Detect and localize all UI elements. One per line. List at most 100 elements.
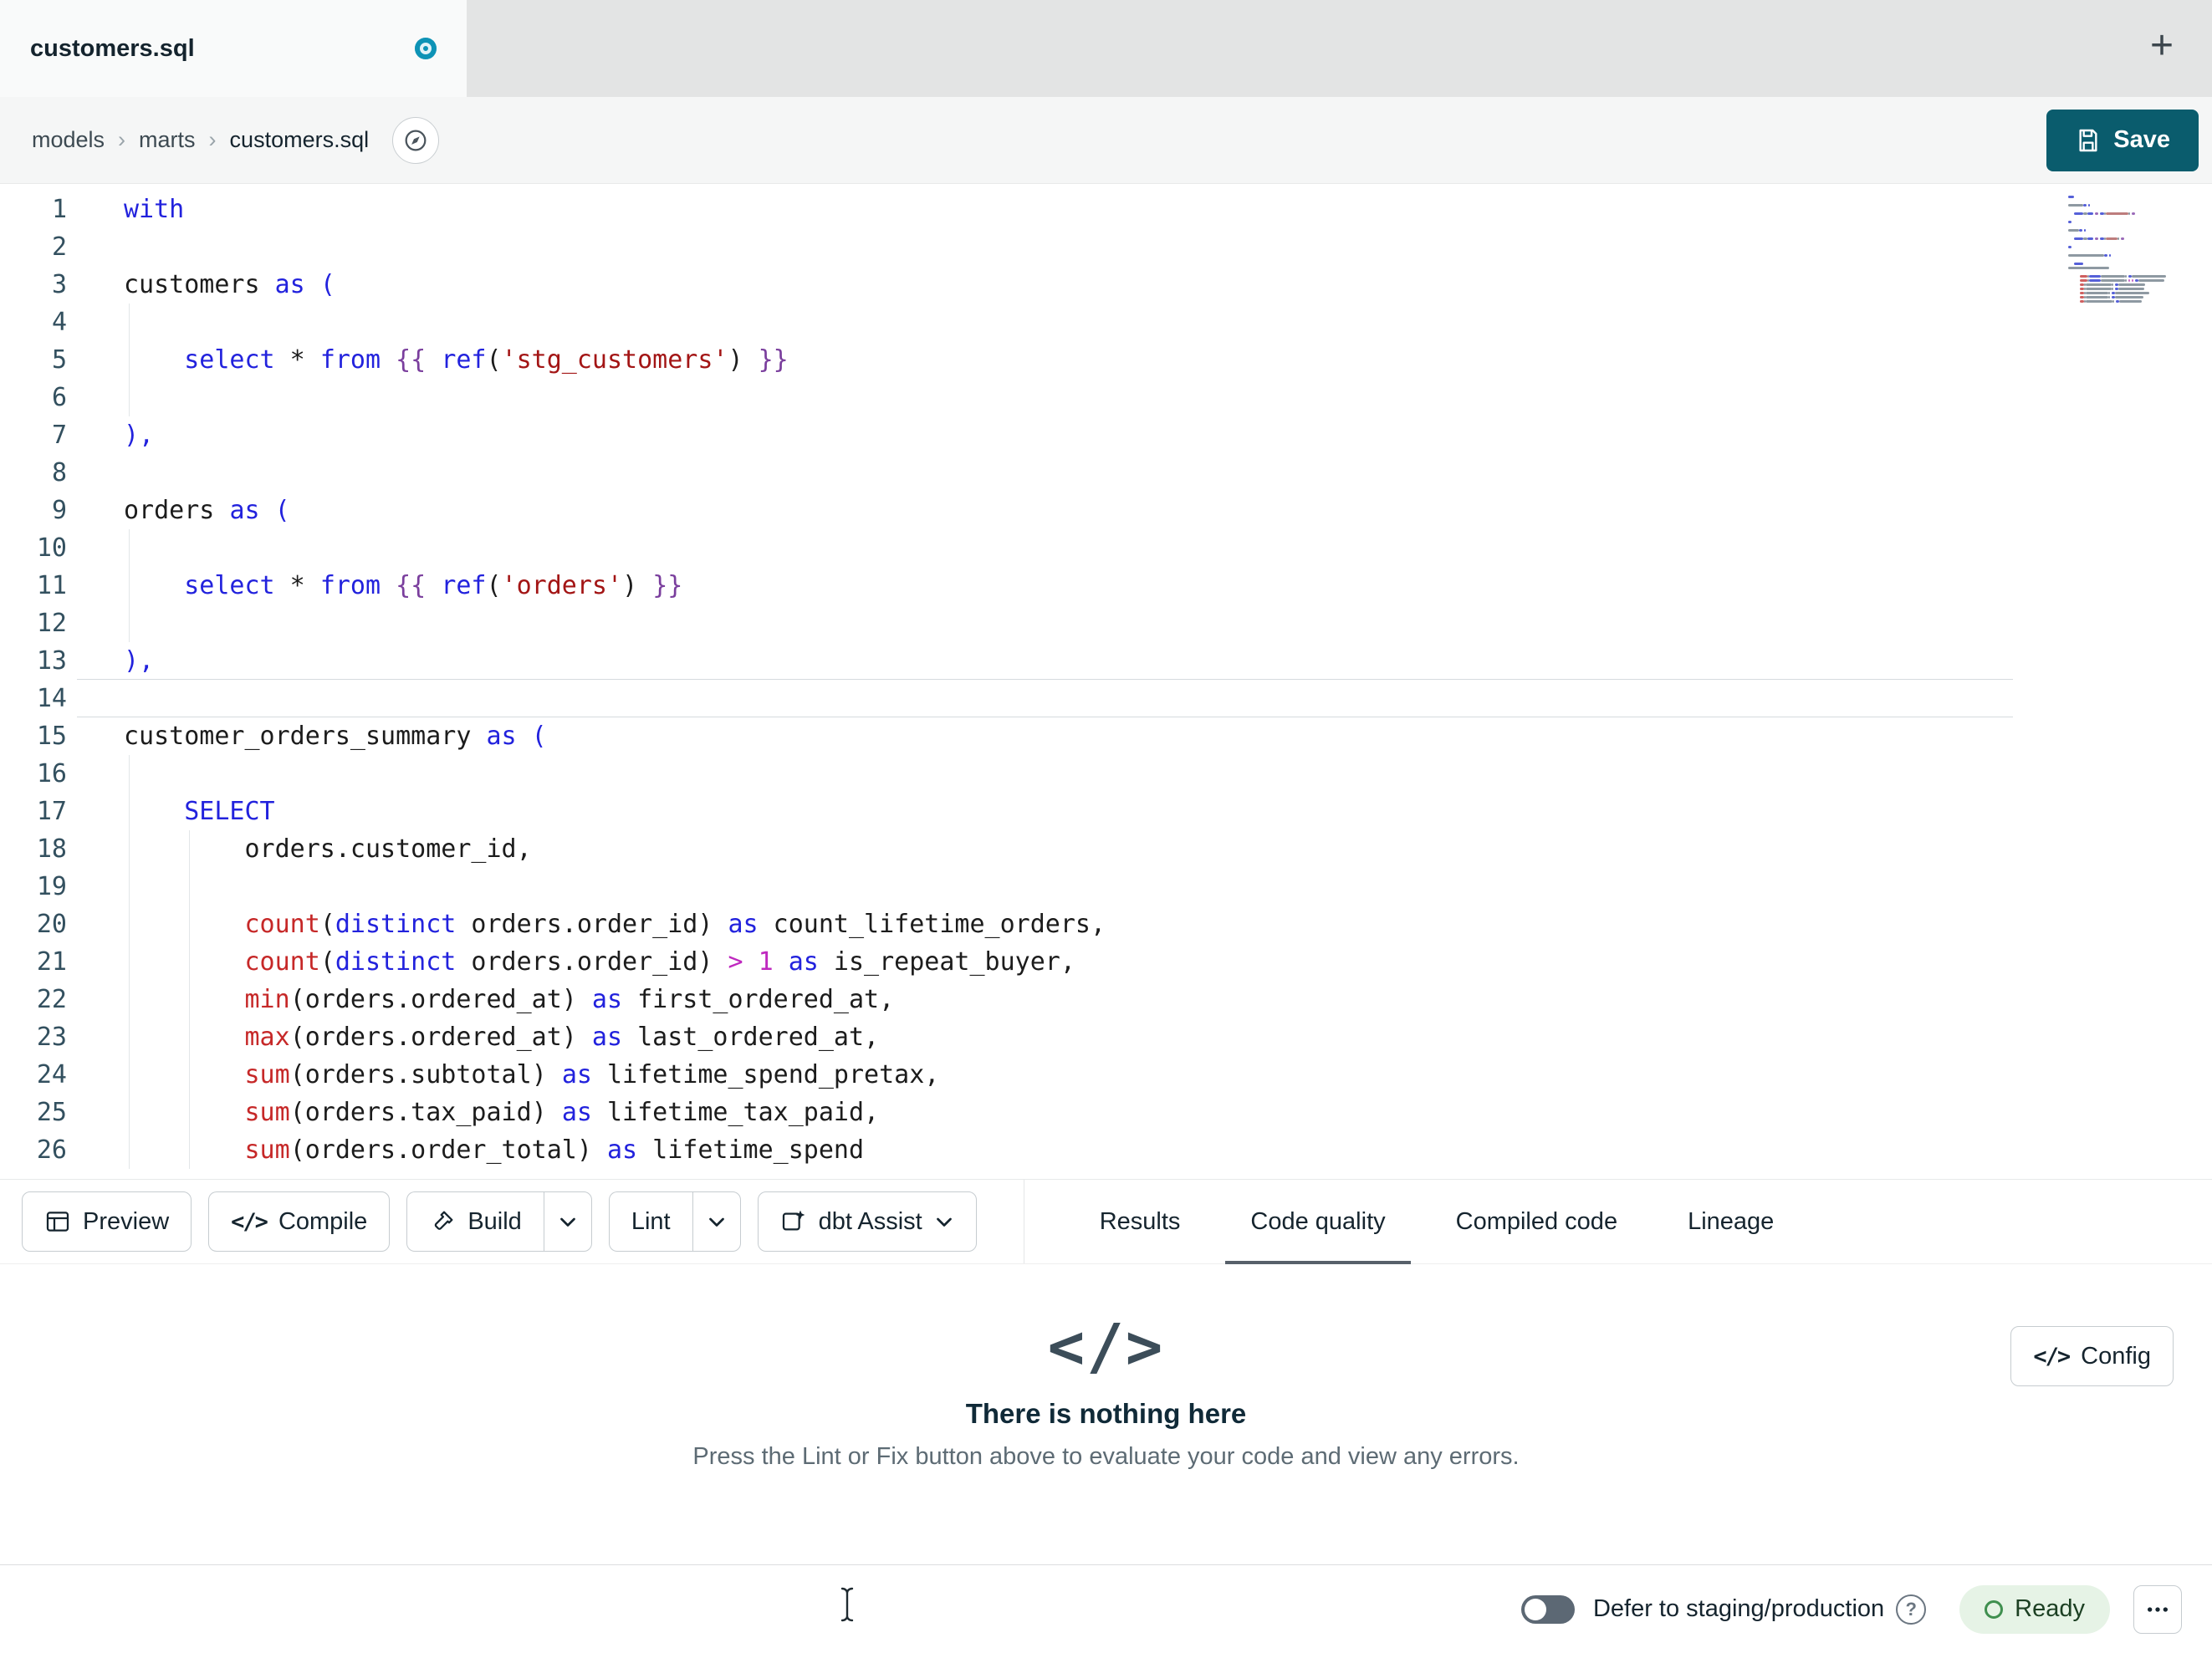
minimap-line	[2068, 283, 2195, 286]
code-editor[interactable]: 1 with 2 3 customers as ( 4 5 select * from {{…	[0, 184, 2212, 1179]
compile-button[interactable]: </> Compile	[208, 1191, 391, 1252]
tab-results[interactable]: Results	[1075, 1180, 1206, 1263]
code-line-3[interactable]: 3 customers as (	[0, 266, 2212, 304]
line-text: ),	[124, 646, 155, 676]
minimap-line	[2068, 275, 2195, 278]
build-dropdown-button[interactable]	[543, 1191, 592, 1252]
code-line-9[interactable]: 9 orders as (	[0, 492, 2212, 529]
unsaved-changes-dot	[415, 38, 437, 59]
code-line-20[interactable]: 20 count(distinct orders.order_id) as co…	[0, 906, 2212, 943]
code-line-6[interactable]: 6	[0, 379, 2212, 416]
tab-lineage-label: Lineage	[1688, 1207, 1775, 1235]
code-line-25[interactable]: 25 sum(orders.tax_paid) as lifetime_tax_…	[0, 1094, 2212, 1131]
line-number: 4	[51, 308, 67, 337]
preview-label: Preview	[83, 1207, 170, 1235]
lint-button[interactable]: Lint	[608, 1191, 692, 1252]
build-button[interactable]: Build	[406, 1191, 544, 1252]
code-line-14[interactable]: 14	[0, 679, 2212, 717]
more-options-button[interactable]	[2133, 1584, 2182, 1634]
dbt-assist-button[interactable]: dbt Assist	[757, 1191, 977, 1252]
new-tab-button[interactable]: +	[2137, 23, 2187, 74]
preview-button[interactable]: Preview	[22, 1191, 192, 1252]
lint-split-button: Lint	[608, 1191, 741, 1252]
code-line-11[interactable]: 11 select * from {{ ref('orders') }}	[0, 567, 2212, 605]
editor-minimap[interactable]	[2068, 196, 2195, 303]
code-icon-large: </>	[1047, 1311, 1165, 1383]
code-line-23[interactable]: 23 max(orders.ordered_at) as last_ordere…	[0, 1018, 2212, 1056]
tab-code-quality-label: Code quality	[1250, 1207, 1386, 1235]
code-line-22[interactable]: 22 min(orders.ordered_at) as first_order…	[0, 981, 2212, 1018]
toggle-knob	[1524, 1598, 1546, 1620]
tab-compiled-code[interactable]: Compiled code	[1431, 1180, 1642, 1263]
line-text: max(orders.ordered_at) as last_ordered_a…	[244, 1023, 880, 1052]
code-line-2[interactable]: 2	[0, 228, 2212, 266]
tab-code-quality[interactable]: Code quality	[1225, 1180, 1411, 1264]
tab-results-label: Results	[1099, 1207, 1181, 1235]
code-line-4[interactable]: 4	[0, 304, 2212, 341]
code-line-10[interactable]: 10	[0, 529, 2212, 567]
code-line-1[interactable]: 1 with	[0, 191, 2212, 228]
line-text: sum(orders.tax_paid) as lifetime_tax_pai…	[244, 1098, 880, 1127]
breadcrumb-item-models[interactable]: models	[32, 127, 105, 153]
config-label: Config	[2081, 1342, 2151, 1370]
defer-toggle[interactable]	[1520, 1594, 1575, 1624]
tab-lineage[interactable]: Lineage	[1663, 1180, 1799, 1263]
code-line-19[interactable]: 19	[0, 868, 2212, 906]
line-number: 6	[51, 383, 67, 412]
breadcrumb-separator: ›	[208, 127, 217, 152]
code-icon: </>	[231, 1208, 268, 1235]
minimap-line	[2068, 292, 2195, 294]
line-text: customer_orders_summary as (	[124, 722, 547, 751]
minimap-line	[2068, 212, 2195, 215]
dbt-ide-window: customers.sql + models › marts › custome…	[0, 0, 2212, 1653]
code-line-26[interactable]: 26 sum(orders.order_total) as lifetime_s…	[0, 1131, 2212, 1169]
save-button[interactable]: Save	[2046, 109, 2199, 171]
minimap-line	[2068, 300, 2195, 303]
empty-state-title: There is nothing here	[965, 1398, 1247, 1429]
ready-label: Ready	[2015, 1595, 2085, 1622]
line-text	[72, 755, 124, 793]
line-text: customers as (	[124, 270, 335, 299]
tab-customers-sql[interactable]: customers.sql	[0, 0, 467, 97]
minimap-line	[2068, 242, 2195, 244]
table-icon	[46, 1212, 69, 1232]
minimap-line	[2068, 200, 2195, 202]
code-line-13[interactable]: 13),	[0, 642, 2212, 680]
minimap-line	[2068, 296, 2195, 298]
code-line-17[interactable]: 17 SELECT	[0, 793, 2212, 830]
sparkle-icon	[782, 1210, 805, 1231]
help-icon[interactable]: ?	[1896, 1594, 1927, 1625]
code-line-5[interactable]: 5 select * from {{ ref('stg_customers') …	[0, 341, 2212, 379]
save-icon	[2079, 129, 2097, 151]
code-quality-panel: </> There is nothing here Press the Lint…	[0, 1264, 2212, 1564]
line-text: select * from {{ ref('orders') }}	[184, 571, 683, 600]
lint-dropdown-button[interactable]	[692, 1191, 741, 1252]
code-line-21[interactable]: 21 count(distinct orders.order_id) > 1 a…	[0, 943, 2212, 981]
lint-label: Lint	[631, 1207, 671, 1235]
code-line-24[interactable]: 24 sum(orders.subtotal) as lifetime_spen…	[0, 1056, 2212, 1094]
breadcrumb-item-marts[interactable]: marts	[139, 127, 196, 153]
code-line-8[interactable]: 8	[0, 454, 2212, 492]
file-actions-button[interactable]	[392, 116, 440, 164]
line-text: sum(orders.subtotal) as lifetime_spend_p…	[244, 1060, 940, 1089]
line-text: count(distinct orders.order_id) as count…	[244, 910, 1106, 939]
code-line-7[interactable]: 7),	[0, 416, 2212, 454]
config-button[interactable]: </> Config	[2010, 1326, 2174, 1386]
dbt-assist-label: dbt Assist	[818, 1207, 922, 1235]
line-number: 11	[36, 571, 67, 600]
code-lines: 1 with 2 3 customers as ( 4 5 select * from {{…	[0, 191, 2212, 1169]
minimap-line	[2068, 288, 2195, 290]
line-text: ),	[124, 421, 155, 450]
line-text	[72, 379, 124, 416]
line-number: 7	[51, 421, 67, 450]
line-number: 16	[36, 759, 67, 788]
ellipsis-icon	[2148, 1606, 2168, 1612]
code-line-16[interactable]: 16	[0, 755, 2212, 793]
line-number: 21	[36, 947, 67, 977]
line-number: 13	[36, 646, 67, 676]
code-line-12[interactable]: 12	[0, 605, 2212, 642]
code-line-18[interactable]: 18 orders.customer_id,	[0, 830, 2212, 868]
line-text	[72, 454, 124, 492]
code-line-15[interactable]: 15 customer_orders_summary as (	[0, 717, 2212, 755]
line-number: 18	[36, 834, 67, 864]
